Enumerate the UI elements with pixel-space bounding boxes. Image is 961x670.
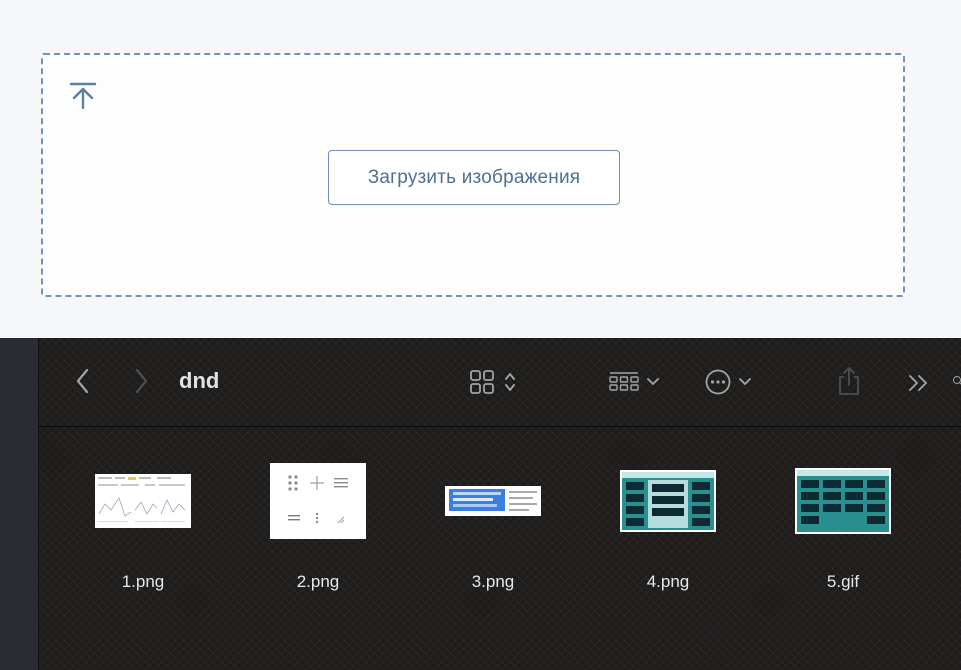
file-thumbnail <box>768 456 918 546</box>
file-item-3[interactable]: 3.png <box>418 456 568 596</box>
search-icon <box>953 376 961 385</box>
file-thumbnail <box>418 456 568 546</box>
double-chevron-right-icon <box>909 375 927 391</box>
back-button[interactable] <box>68 366 98 396</box>
folder-title: dnd <box>179 368 220 393</box>
file-name: 4.png <box>646 572 690 591</box>
view-mode-button[interactable] <box>463 366 523 398</box>
group-by-icon <box>609 372 639 391</box>
file-name: 3.png <box>471 572 515 591</box>
finder-sidebar-edge <box>0 338 39 670</box>
action-menu-button[interactable] <box>698 366 758 398</box>
finder-toolbar: dnd <box>38 338 961 427</box>
finder-window: dnd 1.png 2.png 3.png 4.png 5.gif <box>0 338 961 670</box>
file-thumbnail <box>68 456 218 546</box>
group-by-button[interactable] <box>603 366 665 398</box>
file-thumbnail <box>593 456 743 546</box>
grid-view-icon <box>470 370 494 394</box>
file-item-2[interactable]: 2.png <box>243 456 393 596</box>
file-item-4[interactable]: 4.png <box>593 456 743 596</box>
search-button[interactable] <box>952 366 961 396</box>
upload-page: Загрузить изображения <box>0 0 961 340</box>
more-actions-icon <box>705 369 731 395</box>
chevron-down-icon <box>739 378 751 385</box>
file-item-1[interactable]: 1.png <box>68 456 218 596</box>
share-button[interactable] <box>834 364 864 398</box>
upload-images-button[interactable]: Загрузить изображения <box>328 150 620 205</box>
up-down-chevron-icon <box>505 373 515 391</box>
file-grid: 1.png 2.png 3.png 4.png 5.gif <box>38 426 961 670</box>
file-name: 2.png <box>296 572 340 591</box>
chevron-down-icon <box>647 378 659 385</box>
file-name: 1.png <box>121 572 165 591</box>
chevron-right-icon <box>135 368 148 394</box>
share-icon <box>839 367 859 395</box>
toolbar-overflow-button[interactable] <box>904 368 934 398</box>
file-item-5[interactable]: 5.gif <box>768 456 918 596</box>
upload-arrow-icon <box>69 82 97 110</box>
forward-button[interactable] <box>126 366 156 396</box>
chevron-left-icon <box>76 368 89 394</box>
file-name: 5.gif <box>826 572 860 591</box>
image-drop-zone[interactable]: Загрузить изображения <box>41 53 905 297</box>
file-thumbnail <box>243 456 393 546</box>
